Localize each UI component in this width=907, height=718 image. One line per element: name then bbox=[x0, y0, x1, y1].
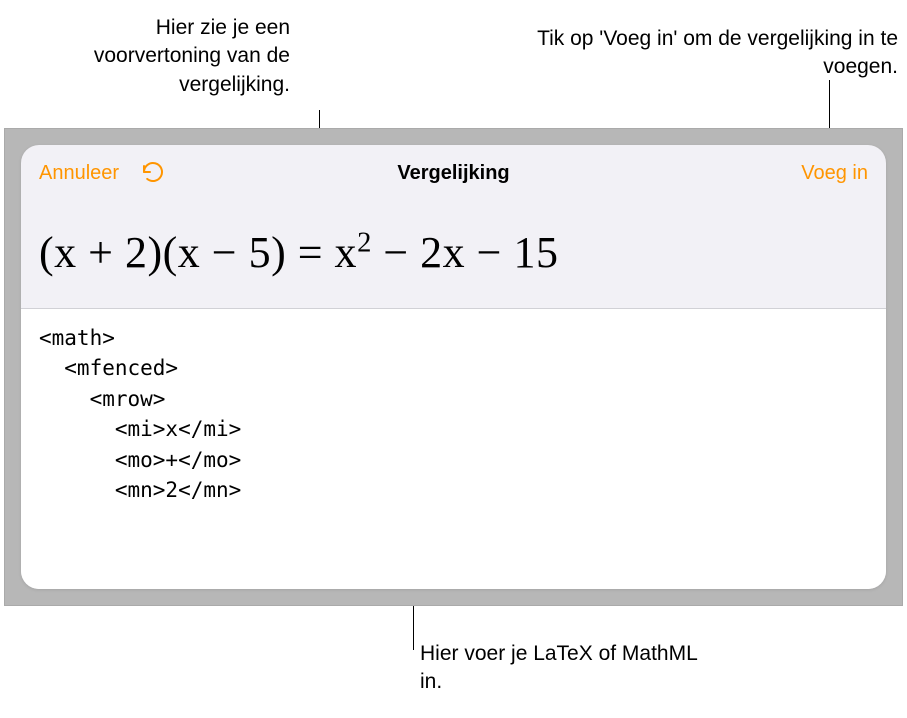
callout-editor: Hier voer je LaTeX of MathML in. bbox=[420, 640, 720, 697]
equation-source-input[interactable]: <math> <mfenced> <mrow> <mi>x</mi> <mo>+… bbox=[21, 309, 886, 589]
callout-insert: Tik op 'Voeg in' om de vergelijking in t… bbox=[488, 25, 898, 82]
device-frame: Annuleer Vergelijking Voeg in (x + 2)(x … bbox=[4, 128, 903, 606]
equation-panel: Annuleer Vergelijking Voeg in (x + 2)(x … bbox=[21, 145, 886, 589]
toolbar: Annuleer Vergelijking Voeg in bbox=[21, 145, 886, 197]
insert-button[interactable]: Voeg in bbox=[801, 162, 868, 185]
equation-preview: (x + 2)(x − 5) = x2 − 2x − 15 bbox=[21, 197, 886, 308]
undo-button[interactable] bbox=[141, 160, 165, 187]
callout-preview: Hier zie je een voorvertoning van de ver… bbox=[40, 14, 290, 99]
undo-icon bbox=[141, 160, 165, 187]
panel-title: Vergelijking bbox=[397, 162, 509, 185]
cancel-button[interactable]: Annuleer bbox=[39, 162, 119, 185]
